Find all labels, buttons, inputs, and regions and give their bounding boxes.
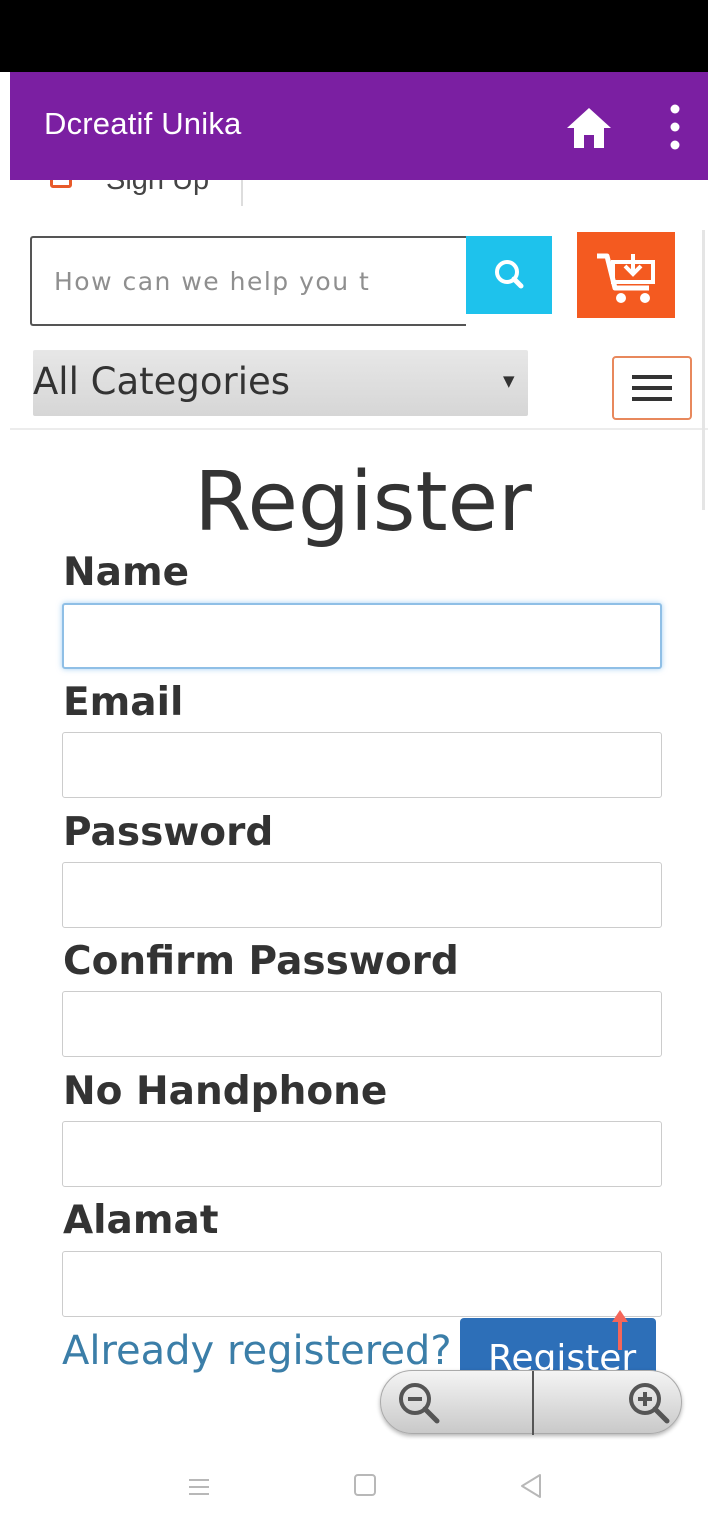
system-nav-bar <box>0 1440 708 1515</box>
phone-label: No Handphone <box>63 1069 388 1114</box>
name-label: Name <box>63 550 190 595</box>
already-registered-link[interactable]: Already registered? <box>62 1328 452 1374</box>
page-title: Register <box>194 455 532 550</box>
home-button[interactable] <box>565 106 613 150</box>
home-icon <box>567 108 611 148</box>
password-field[interactable] <box>62 862 662 928</box>
hamburger-icon <box>632 375 672 401</box>
phone-field[interactable] <box>62 1121 662 1187</box>
cart-button[interactable] <box>577 232 675 318</box>
app-bar: Dcreatif Unika <box>10 72 708 180</box>
status-bar <box>0 0 708 72</box>
home-square-icon[interactable] <box>354 1474 376 1496</box>
search-icon <box>495 260 524 289</box>
cart-icon <box>597 253 655 303</box>
password-label: Password <box>63 810 274 855</box>
confirm-password-field[interactable] <box>62 991 662 1057</box>
zoom-separator <box>532 1371 534 1435</box>
app-title: Dcreatif Unika <box>44 106 242 141</box>
category-select[interactable]: All Categories ▼ <box>33 350 528 416</box>
search-box <box>30 236 466 326</box>
zoom-out-icon <box>399 1383 440 1424</box>
screen-edge <box>0 72 10 1515</box>
name-field[interactable] <box>62 603 662 669</box>
zoom-in-icon <box>629 1383 670 1424</box>
signup-link[interactable]: Sign Up <box>106 180 209 197</box>
recents-icon[interactable] <box>186 1476 212 1498</box>
back-triangle-icon[interactable] <box>518 1472 544 1500</box>
address-field[interactable] <box>62 1251 662 1317</box>
zoom-in-button[interactable] <box>621 1377 673 1429</box>
separator <box>241 180 243 206</box>
menu-toggle-button[interactable] <box>612 356 692 420</box>
search-button[interactable] <box>466 236 552 314</box>
category-selected: All Categories <box>33 360 291 403</box>
confirm-password-label: Confirm Password <box>63 939 459 984</box>
signup-icon <box>50 180 72 188</box>
email-field[interactable] <box>62 732 662 798</box>
touch-marker-icon <box>612 1310 628 1350</box>
signup-strip: Sign Up <box>10 180 708 208</box>
header-divider <box>10 428 708 430</box>
zoom-control <box>380 1370 682 1435</box>
zoom-out-button[interactable] <box>391 1377 443 1429</box>
more-vert-icon <box>670 104 680 150</box>
email-label: Email <box>63 680 184 725</box>
dropdown-caret-icon: ▼ <box>503 372 515 390</box>
address-label: Alamat <box>63 1198 219 1243</box>
search-input[interactable] <box>32 238 466 324</box>
overflow-menu-button[interactable] <box>662 100 688 154</box>
